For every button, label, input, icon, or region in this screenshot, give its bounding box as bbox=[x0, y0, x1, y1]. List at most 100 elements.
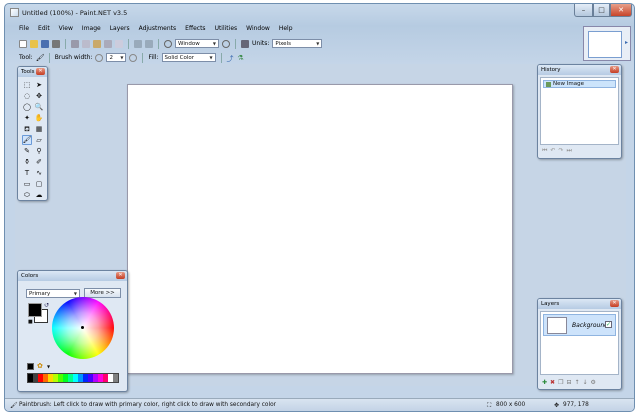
paintbrush-icon[interactable]: 🖌 bbox=[22, 135, 32, 145]
close-icon[interactable]: ✕ bbox=[36, 68, 45, 75]
blend-mode-icon[interactable]: ⚗ bbox=[238, 54, 246, 62]
color-wheel[interactable] bbox=[52, 297, 114, 359]
palette-reset-icon[interactable] bbox=[27, 363, 34, 370]
open-icon[interactable] bbox=[30, 39, 38, 48]
close-button[interactable]: ✕ bbox=[610, 4, 632, 17]
close-icon[interactable]: ✕ bbox=[116, 272, 125, 279]
more-colors-button[interactable]: More >> bbox=[84, 288, 121, 298]
rectangle-icon[interactable]: ▭ bbox=[22, 179, 32, 189]
paint-bucket-icon[interactable]: ⛾ bbox=[22, 124, 32, 134]
image-thumbnail[interactable] bbox=[588, 31, 622, 58]
undo-icon[interactable]: ↶ bbox=[550, 147, 555, 155]
history-panel-header[interactable]: History ✕ bbox=[538, 65, 621, 75]
menu-utilities[interactable]: Utilities bbox=[211, 23, 243, 34]
paintbrush-icon[interactable]: 🖌 bbox=[36, 54, 45, 62]
color-picker-icon[interactable]: ⚲ bbox=[34, 146, 44, 156]
zoom-icon[interactable] bbox=[164, 39, 172, 48]
history-controls: ⏮ ↶ ↷ ⏭ bbox=[542, 147, 572, 155]
image-canvas[interactable] bbox=[127, 84, 513, 374]
color-wheel-cursor bbox=[81, 326, 84, 329]
crop-icon[interactable] bbox=[104, 39, 112, 48]
menu-view[interactable]: View bbox=[55, 23, 78, 34]
freeform-shape-icon[interactable]: ☁ bbox=[34, 190, 44, 200]
deselect-icon[interactable] bbox=[115, 39, 123, 48]
colors-panel-header[interactable]: Colors ✕ bbox=[18, 271, 127, 281]
line-curve-icon[interactable]: ∿ bbox=[34, 168, 44, 178]
delete-layer-icon[interactable]: ✖ bbox=[550, 379, 555, 386]
layer-visibility-checkbox[interactable]: ✓ bbox=[605, 321, 612, 328]
reset-colors-icon[interactable]: ■ bbox=[28, 319, 33, 325]
maximize-button[interactable]: □ bbox=[593, 4, 610, 17]
chevron-down-icon[interactable]: ▼ bbox=[47, 364, 50, 369]
fast-forward-icon[interactable]: ⏭ bbox=[566, 147, 571, 155]
new-icon[interactable] bbox=[19, 39, 27, 48]
title-bar[interactable]: Untitled (100%) - Paint.NET v3.5 – □ ✕ bbox=[5, 4, 634, 22]
menu-edit[interactable]: Edit bbox=[34, 23, 55, 34]
clone-stamp-icon[interactable]: ⚱ bbox=[22, 157, 32, 167]
recolor-icon[interactable]: ✐ bbox=[34, 157, 44, 167]
menu-image[interactable]: Image bbox=[78, 23, 106, 34]
tools-panel-header[interactable]: Tools ✕ bbox=[18, 67, 47, 77]
merge-layer-icon[interactable]: ⊟ bbox=[566, 379, 571, 386]
units-select[interactable]: Pixels ▼ bbox=[272, 39, 323, 48]
move-selection-icon[interactable]: ➤ bbox=[34, 80, 44, 90]
fill-select-value: Solid Color bbox=[164, 54, 195, 61]
history-item[interactable]: New Image bbox=[543, 80, 616, 88]
save-icon[interactable] bbox=[41, 39, 49, 48]
brush-width-input[interactable]: 2 ▼ bbox=[106, 53, 127, 62]
magic-wand-icon[interactable]: ✦ bbox=[22, 113, 32, 123]
redo-icon[interactable] bbox=[145, 39, 153, 48]
palette-menu-icon[interactable]: ✿ bbox=[37, 362, 43, 370]
menu-layers[interactable]: Layers bbox=[106, 23, 135, 34]
zoom-in-icon[interactable] bbox=[222, 39, 230, 48]
move-layer-down-icon[interactable]: ↓ bbox=[583, 379, 588, 386]
undo-icon[interactable] bbox=[134, 39, 142, 48]
paste-icon[interactable] bbox=[93, 39, 101, 48]
antialiasing-icon[interactable]: ⤴ bbox=[227, 54, 235, 63]
redo-icon[interactable]: ↷ bbox=[558, 147, 563, 155]
cursor-position-icon: ✥ bbox=[554, 402, 560, 409]
menu-file[interactable]: File bbox=[15, 23, 34, 34]
copy-icon[interactable] bbox=[82, 39, 90, 48]
print-icon[interactable] bbox=[52, 39, 60, 48]
add-layer-icon[interactable]: ✚ bbox=[542, 379, 547, 386]
layer-properties-icon[interactable]: ⚙ bbox=[591, 379, 596, 386]
layers-list: Background ✓ bbox=[540, 311, 619, 375]
fill-select[interactable]: Solid Color ▼ bbox=[161, 53, 216, 62]
text-icon[interactable]: T bbox=[22, 168, 32, 178]
layer-row[interactable]: Background ✓ bbox=[543, 314, 616, 336]
lasso-select-icon[interactable]: ◌ bbox=[22, 91, 32, 101]
pencil-icon[interactable]: ✎ bbox=[22, 146, 32, 156]
rewind-icon[interactable]: ⏮ bbox=[542, 147, 547, 155]
gradient-icon[interactable]: ▦ bbox=[34, 124, 44, 134]
menu-adjustments[interactable]: Adjustments bbox=[135, 23, 182, 34]
close-icon[interactable]: ✕ bbox=[610, 66, 619, 73]
chevron-right-icon[interactable]: ▸ bbox=[625, 39, 630, 47]
zoom-icon[interactable]: 🔍 bbox=[34, 102, 44, 112]
pan-icon[interactable]: ✋ bbox=[34, 113, 44, 123]
menu-help[interactable]: Help bbox=[275, 23, 298, 34]
increase-icon[interactable] bbox=[129, 53, 138, 62]
menu-effects[interactable]: Effects bbox=[181, 23, 210, 34]
duplicate-layer-icon[interactable]: ❐ bbox=[558, 379, 563, 386]
rectangle-select-icon[interactable]: ⬚ bbox=[22, 80, 32, 90]
minimize-button[interactable]: – bbox=[574, 4, 593, 17]
cut-icon[interactable] bbox=[71, 39, 79, 48]
close-icon[interactable]: ✕ bbox=[610, 300, 619, 307]
move-layer-up-icon[interactable]: ↑ bbox=[574, 379, 579, 386]
palette-swatch[interactable] bbox=[113, 374, 118, 382]
color-mode-select[interactable]: Primary ▼ bbox=[26, 289, 80, 298]
rounded-rectangle-icon[interactable]: ▢ bbox=[34, 179, 44, 189]
layers-panel-header[interactable]: Layers ✕ bbox=[538, 299, 621, 309]
decrease-icon[interactable] bbox=[95, 53, 104, 62]
move-selected-icon[interactable]: ✥ bbox=[34, 91, 44, 101]
tools-panel-title: Tools bbox=[21, 69, 35, 75]
ellipse-icon[interactable]: ⬭ bbox=[22, 190, 32, 200]
menu-window[interactable]: Window bbox=[242, 23, 275, 34]
eraser-icon[interactable]: ▱ bbox=[34, 135, 44, 145]
zoom-select[interactable]: Window ▼ bbox=[175, 39, 219, 48]
ellipse-select-icon[interactable]: ◯ bbox=[22, 102, 32, 112]
primary-color-swatch[interactable] bbox=[28, 303, 42, 317]
swap-colors-icon[interactable]: ↺ bbox=[44, 302, 49, 309]
grid-icon[interactable] bbox=[241, 39, 249, 48]
